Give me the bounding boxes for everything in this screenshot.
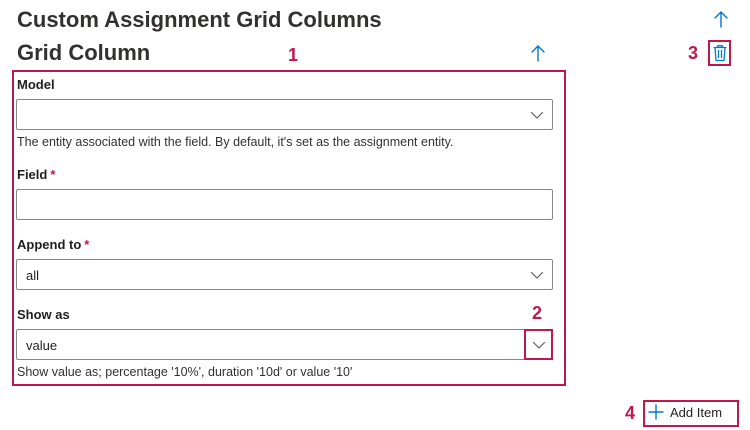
add-item-button[interactable]: Add Item (648, 404, 722, 420)
delete-item-button[interactable] (710, 43, 730, 63)
model-help-text: The entity associated with the field. By… (17, 135, 454, 149)
show-as-expand-button[interactable] (529, 335, 549, 355)
move-up-item-button[interactable] (528, 43, 548, 63)
chevron-down-icon (532, 341, 546, 349)
section-title: Grid Column (17, 40, 151, 65)
show-as-label: Show as (17, 307, 70, 322)
plus-icon (648, 404, 664, 420)
append-to-dropdown[interactable]: all (16, 259, 553, 290)
field-input[interactable] (16, 189, 553, 220)
field-label-text: Field (17, 167, 48, 182)
show-as-value: value (26, 338, 58, 353)
append-to-value: all (26, 268, 40, 283)
page-title: Custom Assignment Grid Columns (17, 7, 382, 32)
trash-icon (713, 45, 727, 62)
append-to-label-text: Append to (17, 237, 82, 252)
chevron-down-icon (529, 107, 545, 123)
append-to-label: Append to * (17, 237, 89, 252)
callout-1: 1 (288, 45, 299, 65)
arrow-up-icon (714, 11, 728, 28)
model-label: Model (17, 77, 55, 92)
model-dropdown[interactable] (16, 99, 553, 130)
show-as-dropdown[interactable]: value (16, 329, 553, 360)
chevron-down-icon (529, 267, 545, 283)
callout-4: 4 (625, 403, 636, 423)
callout-2: 2 (532, 303, 543, 323)
required-mark: * (50, 167, 56, 182)
show-as-help-text: Show value as; percentage '10%', duratio… (17, 365, 353, 379)
callout-3: 3 (688, 43, 699, 63)
required-mark: * (84, 237, 90, 252)
add-item-label: Add Item (670, 404, 723, 420)
arrow-up-icon (531, 45, 545, 62)
field-label: Field * (17, 167, 55, 182)
move-up-section-button[interactable] (711, 9, 731, 29)
